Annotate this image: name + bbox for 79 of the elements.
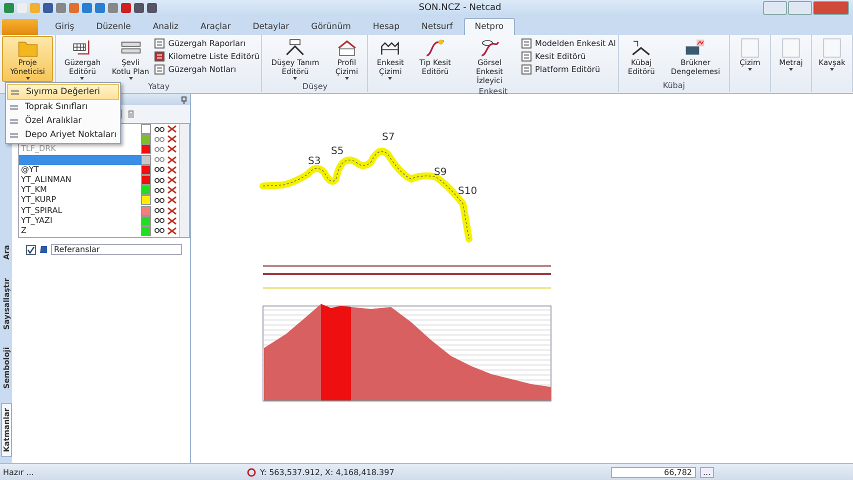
menu-item-icon	[9, 116, 19, 126]
x-icon[interactable]	[167, 156, 177, 164]
visibility-icon[interactable]	[154, 126, 165, 133]
ribbon-tab[interactable]: Düzenle	[85, 18, 142, 35]
x-icon[interactable]	[167, 166, 177, 174]
visibility-icon[interactable]	[154, 207, 165, 214]
ribbon-small-button[interactable]: Kilometre Liste Editörü	[154, 51, 260, 62]
x-icon[interactable]	[167, 135, 177, 144]
layer-name[interactable]: @YT	[19, 164, 141, 175]
empty-icon	[739, 38, 761, 58]
visibility-icon[interactable]	[154, 227, 165, 234]
station-label: S5	[331, 146, 344, 157]
scale-field[interactable]: 66,782	[611, 467, 696, 478]
ribbon-tab[interactable]: Giriş	[44, 18, 86, 35]
visibility-icon[interactable]	[154, 217, 165, 224]
report-icon	[154, 38, 166, 49]
menu-item[interactable]: Özel Aralıklar	[7, 114, 119, 128]
coordinates-text: Y: 563,537.912, X: 4,168,418.397	[260, 468, 394, 477]
ribbon-small-button[interactable]: Güzergah Notları	[154, 64, 260, 75]
group-label: Yatay	[148, 82, 170, 92]
x-icon[interactable]	[167, 125, 177, 134]
ribbon-small-button[interactable]: Modelden Enkesit Al	[521, 38, 616, 49]
status-text: Hazır ...	[3, 468, 35, 477]
group-label: Kübaj	[662, 81, 685, 92]
visibility-icon[interactable]	[154, 196, 165, 204]
ribbon-tab[interactable]: Görünüm	[300, 18, 362, 35]
menu-item-icon	[9, 130, 19, 140]
layer-name[interactable]: YT_ALINMAN	[19, 174, 141, 186]
ribbon-tab[interactable]: Analiz	[142, 18, 190, 35]
x-icon[interactable]	[167, 145, 177, 154]
menu-item-icon	[9, 102, 19, 112]
book-icon	[39, 245, 48, 254]
empty-icon	[780, 38, 802, 58]
visibility-icon[interactable]	[154, 166, 165, 174]
layer-name[interactable]: Z	[19, 226, 141, 236]
x-icon[interactable]	[167, 176, 177, 184]
menu-item[interactable]: Depo Ariyet Noktaları	[7, 128, 119, 142]
scrollbar[interactable]	[179, 124, 189, 237]
scale-button[interactable]: ...	[700, 467, 714, 478]
ribbon-small-button[interactable]: Platform Editörü	[521, 64, 616, 75]
reference-name[interactable]: Referanslar	[51, 244, 182, 255]
pin-icon[interactable]	[181, 96, 187, 104]
check-icon	[27, 246, 35, 254]
minimize-button[interactable]	[763, 1, 787, 15]
ribbon-tab[interactable]: Netsurf	[410, 18, 464, 35]
station-label: S10	[458, 186, 478, 197]
group-label: Düşey	[302, 82, 328, 92]
menu-item-icon	[10, 88, 20, 96]
maximize-button[interactable]	[788, 1, 812, 15]
list-icon	[154, 51, 166, 62]
menu-item[interactable]: Sıyırma Değerleri	[7, 84, 119, 100]
layer-name[interactable]: YT_KURP	[19, 195, 141, 206]
visibility-icon[interactable]	[154, 176, 165, 184]
layer-name[interactable]	[19, 154, 141, 165]
empty-icon	[821, 38, 843, 58]
group-label: Enkesit	[478, 87, 508, 96]
station-label: S7	[382, 132, 395, 143]
ribbon-small-button[interactable]: Güzergah Raporları	[154, 38, 260, 49]
window-title: SON.NCZ - Netcad	[418, 3, 502, 13]
menu-item[interactable]: Toprak Sınıfları	[7, 100, 119, 114]
station-label: S9	[434, 167, 447, 178]
ribbon-small-button[interactable]: Kesit Editörü	[521, 51, 616, 62]
x-icon[interactable]	[167, 186, 177, 194]
layer-name[interactable]: YT_YAZI	[19, 216, 141, 226]
x-icon[interactable]	[167, 196, 177, 204]
ribbon-tab[interactable]: Araçlar	[189, 18, 242, 35]
lock-icon[interactable]	[126, 109, 136, 119]
ribbon-tab[interactable]: Detaylar	[242, 18, 300, 35]
layer-name[interactable]: YT_KM	[19, 185, 141, 196]
layer-name[interactable]: YT_SPIRAL	[19, 206, 141, 216]
station-label: S3	[308, 156, 321, 167]
checkbox[interactable]	[26, 244, 36, 254]
x-icon[interactable]	[167, 206, 177, 215]
crosshair-icon	[247, 468, 256, 477]
ribbon-tab[interactable]: Hesap	[362, 18, 411, 35]
ribbon-tab[interactable]: Netpro	[464, 18, 515, 35]
visibility-icon[interactable]	[154, 186, 165, 194]
x-icon[interactable]	[167, 216, 177, 225]
x-icon[interactable]	[167, 226, 177, 235]
